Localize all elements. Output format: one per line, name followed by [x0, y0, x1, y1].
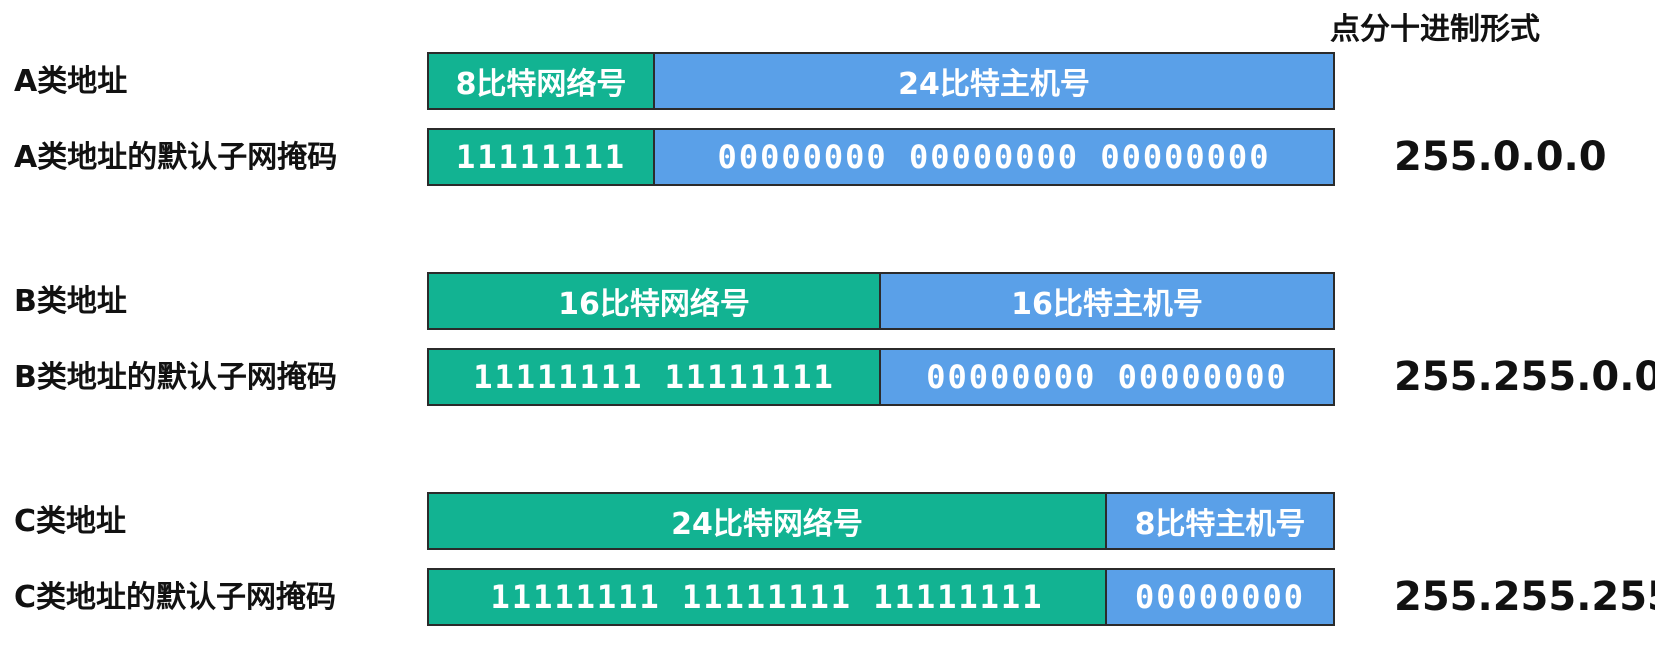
class-b-host-caption: 16比特主机号 — [881, 274, 1333, 328]
class-c-dotted-decimal: 255.255.255.0 — [1394, 574, 1655, 620]
class-b-network-bits: 11111111 11111111 — [429, 350, 881, 404]
class-a-address-bar: 8比特网络号 24比特主机号 — [427, 52, 1335, 110]
class-c-mask-bar: 11111111 11111111 11111111 00000000 — [427, 568, 1335, 626]
class-a-host-caption: 24比特主机号 — [655, 54, 1333, 108]
class-c-host-bits: 00000000 — [1107, 570, 1333, 624]
class-c-address-bar: 24比特网络号 8比特主机号 — [427, 492, 1335, 550]
class-b-address-bar: 16比特网络号 16比特主机号 — [427, 272, 1335, 330]
class-b-host-bits: 00000000 00000000 — [881, 350, 1333, 404]
class-c-address-label: C类地址 — [14, 504, 127, 539]
class-a-address-label: A类地址 — [14, 64, 128, 99]
class-a-mask-bar: 11111111 00000000 00000000 00000000 — [427, 128, 1335, 186]
class-a-network-caption: 8比特网络号 — [429, 54, 655, 108]
class-c-network-bits: 11111111 11111111 11111111 — [429, 570, 1107, 624]
class-c-group: C类地址 24比特网络号 8比特主机号 C类地址的默认子网掩码 11111111… — [0, 492, 1655, 632]
class-a-host-bits: 00000000 00000000 00000000 — [655, 130, 1333, 184]
class-b-address-label: B类地址 — [14, 284, 127, 319]
class-c-mask-label: C类地址的默认子网掩码 — [14, 580, 337, 615]
class-b-network-caption: 16比特网络号 — [429, 274, 881, 328]
class-c-network-caption: 24比特网络号 — [429, 494, 1107, 548]
class-b-group: B类地址 16比特网络号 16比特主机号 B类地址的默认子网掩码 1111111… — [0, 272, 1655, 412]
class-b-mask-label: B类地址的默认子网掩码 — [14, 360, 337, 395]
class-a-group: A类地址 8比特网络号 24比特主机号 A类地址的默认子网掩码 11111111… — [0, 52, 1655, 192]
class-a-dotted-decimal: 255.0.0.0 — [1394, 134, 1607, 180]
class-a-network-bits: 11111111 — [429, 130, 655, 184]
class-c-host-caption: 8比特主机号 — [1107, 494, 1333, 548]
class-a-mask-label: A类地址的默认子网掩码 — [14, 140, 338, 175]
dotted-decimal-header: 点分十进制形式 — [1330, 12, 1540, 47]
class-b-mask-bar: 11111111 11111111 00000000 00000000 — [427, 348, 1335, 406]
class-b-dotted-decimal: 255.255.0.0 — [1394, 354, 1655, 400]
